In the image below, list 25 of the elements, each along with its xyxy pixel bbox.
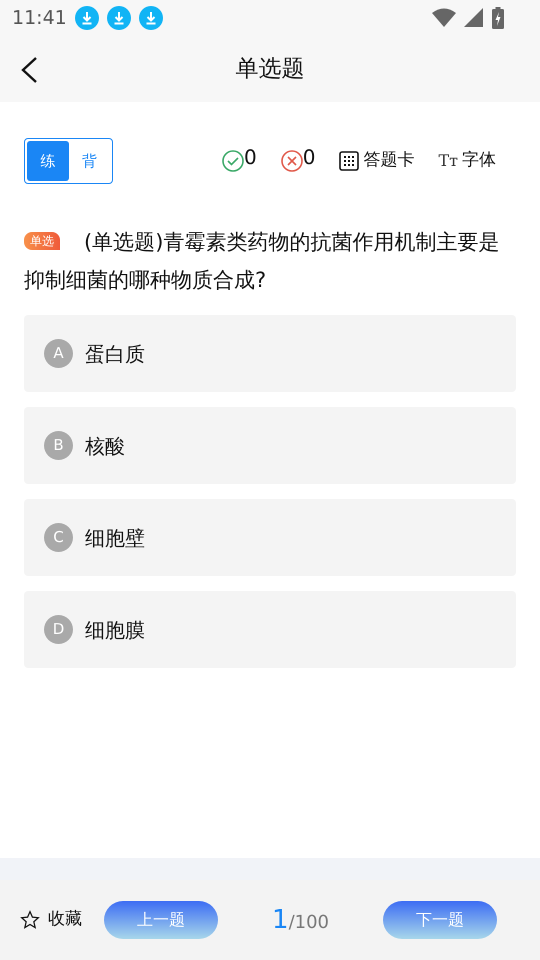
back-button[interactable] (20, 56, 38, 84)
grid-icon (339, 151, 360, 171)
wrong-count: 0 (302, 144, 316, 171)
answer-option[interactable]: D 细胞膜 (24, 591, 516, 668)
favorite-button[interactable]: 收藏 (20, 907, 82, 933)
correct-icon (222, 150, 244, 172)
wifi-icon (432, 8, 456, 28)
answer-option[interactable]: C 细胞壁 (24, 499, 516, 576)
status-time: 11:41 (12, 6, 67, 31)
current-page: 1 (272, 904, 289, 936)
correct-count: 0 (244, 144, 257, 171)
answer-option[interactable]: B 核酸 (24, 407, 516, 484)
answer-card-button[interactable]: 答题卡 (339, 148, 414, 174)
page-title: 单选题 (236, 54, 304, 84)
font-button[interactable]: Tт 字体 (438, 148, 496, 174)
wrong-icon (280, 150, 303, 172)
total-pages: /100 (288, 910, 329, 934)
answer-option[interactable]: A 蛋白质 (24, 315, 516, 392)
star-icon (20, 910, 40, 930)
download-icon (106, 6, 131, 30)
signal-icon (464, 8, 484, 28)
battery-icon (492, 7, 504, 29)
download-icon (138, 6, 163, 30)
download-icon (74, 6, 99, 30)
mode-tab[interactable]: 练 (27, 141, 68, 181)
